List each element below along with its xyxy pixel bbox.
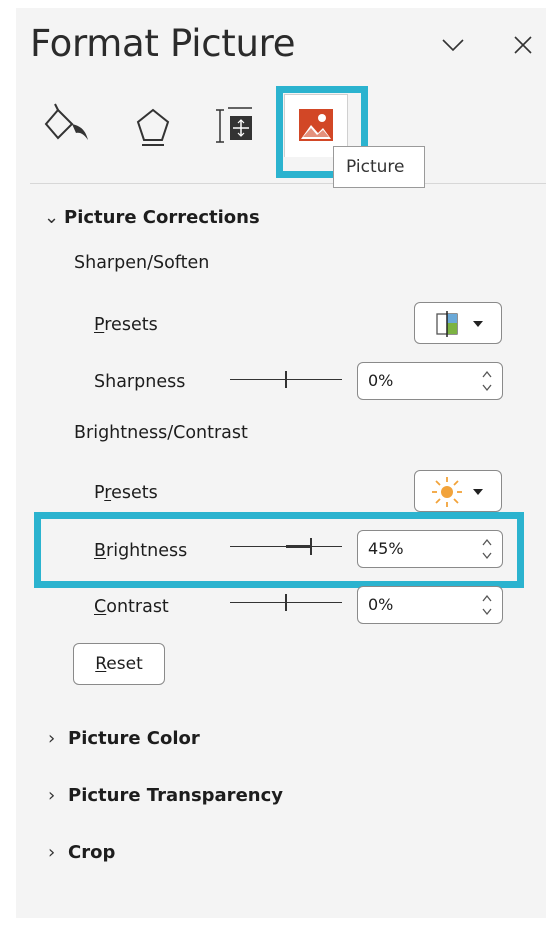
- brightness-label: Brightness: [94, 541, 187, 561]
- contrast-label-mnemonic: C: [94, 597, 107, 617]
- brightness-slider[interactable]: [230, 537, 342, 557]
- reset-label-mnemonic: R: [95, 654, 107, 674]
- brightness-presets-label: Presets: [94, 483, 158, 503]
- contrast-slider[interactable]: [230, 593, 342, 613]
- section-title: Picture Transparency: [68, 785, 283, 806]
- tabs-divider: [30, 183, 546, 184]
- brightness-presets-label-b: esets: [111, 483, 158, 503]
- sharpen-presets-label: Presets: [94, 315, 158, 335]
- chevron-down-icon: [442, 39, 464, 52]
- sharpness-slider[interactable]: [230, 370, 342, 390]
- brightness-contrast-heading: Brightness/Contrast: [74, 423, 248, 443]
- brightness-spinner: [357, 530, 503, 568]
- contrast-label-rest: ontrast: [106, 597, 169, 617]
- sharpen-presets-label-mnemonic: P: [94, 315, 105, 335]
- section-title: Picture Color: [68, 728, 200, 749]
- brightness-presets-label-a: P: [94, 483, 105, 503]
- tab-size-properties[interactable]: [204, 96, 262, 156]
- chevron-right-icon: ›: [48, 785, 56, 806]
- sharpen-soften-heading: Sharpen/Soften: [74, 253, 210, 273]
- contrast-input[interactable]: [368, 595, 468, 614]
- pane-title: Format Picture: [30, 22, 296, 65]
- spinner-arrows-icon[interactable]: [480, 535, 494, 563]
- slider-thumb[interactable]: [285, 594, 287, 611]
- spinner-arrows-icon[interactable]: [480, 367, 494, 395]
- tab-effects[interactable]: [124, 96, 182, 156]
- section-picture-corrections[interactable]: ⌄ Picture Corrections: [44, 207, 260, 228]
- tab-fill-line[interactable]: [38, 96, 96, 156]
- minimize-pane-button[interactable]: [440, 32, 466, 58]
- sharpness-input[interactable]: [368, 371, 468, 390]
- slider-fill: [286, 545, 312, 548]
- slider-thumb[interactable]: [285, 371, 287, 388]
- brightness-label-mnemonic: B: [94, 541, 107, 561]
- pentagon-icon: [136, 108, 170, 146]
- brightness-input[interactable]: [368, 539, 468, 558]
- sharpness-spinner: [357, 362, 503, 400]
- brightness-label-rest: rightness: [106, 541, 188, 561]
- paint-bucket-icon: [44, 103, 88, 140]
- chevron-right-icon: ›: [48, 728, 56, 749]
- section-title: Picture Corrections: [64, 207, 260, 228]
- sharpen-presets-label-rest: resets: [104, 315, 158, 335]
- reset-button[interactable]: Reset: [73, 643, 165, 685]
- spinner-arrows-icon[interactable]: [480, 591, 494, 619]
- chevron-down-icon: ⌄: [44, 207, 60, 228]
- section-crop[interactable]: › Crop: [48, 842, 115, 863]
- section-picture-color[interactable]: › Picture Color: [48, 728, 200, 749]
- brightness-presets-button[interactable]: [414, 470, 502, 512]
- contrast-label: Contrast: [94, 597, 169, 617]
- tooltip: Picture: [333, 146, 425, 188]
- close-pane-button[interactable]: [510, 32, 536, 58]
- reset-label-rest: eset: [106, 654, 143, 674]
- close-icon: [514, 36, 532, 54]
- contrast-spinner: [357, 586, 503, 624]
- section-picture-transparency[interactable]: › Picture Transparency: [48, 785, 283, 806]
- sun-icon: [432, 477, 483, 507]
- section-title: Crop: [68, 842, 116, 863]
- chevron-right-icon: ›: [48, 842, 56, 863]
- size-properties-icon: [216, 107, 252, 143]
- sharpen-presets-button[interactable]: [414, 302, 502, 344]
- sharpen-preset-icon: [436, 311, 483, 337]
- sharpness-label: Sharpness: [94, 372, 186, 392]
